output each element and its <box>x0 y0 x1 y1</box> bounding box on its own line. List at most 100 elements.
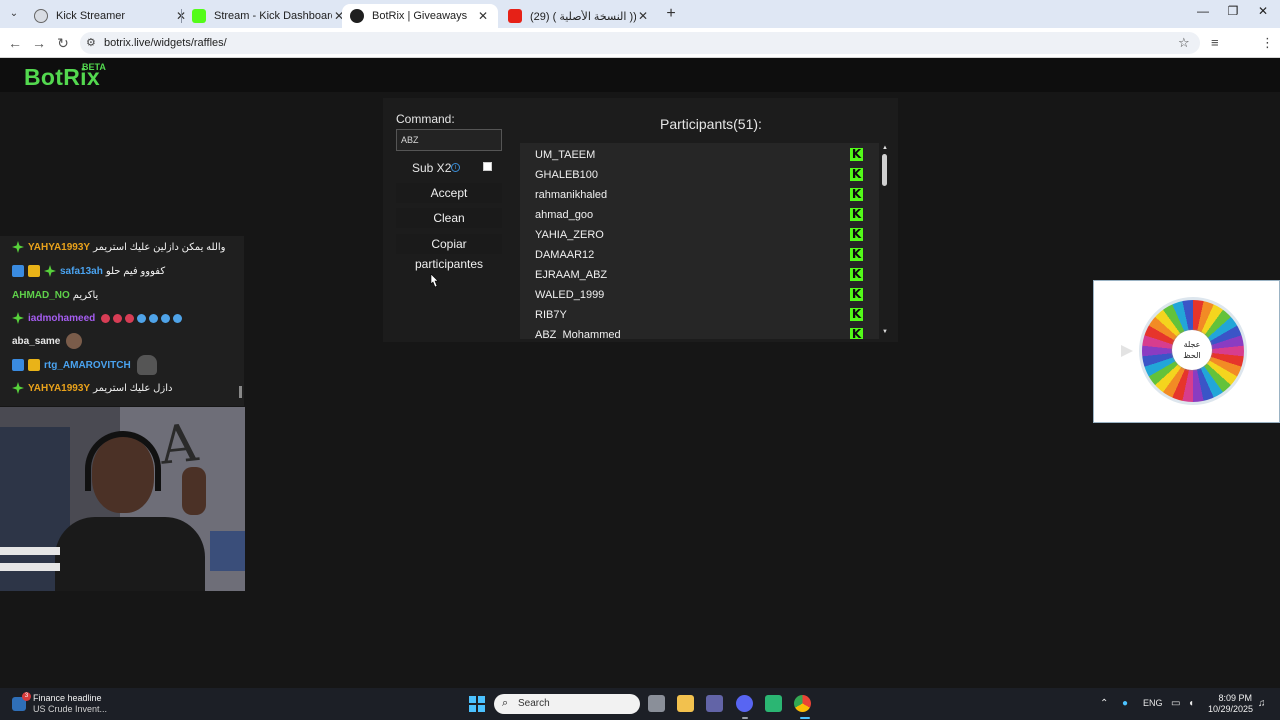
kick-logo-icon: K <box>850 267 863 281</box>
chat-message: YAHYA1993Y دازل عليك استريمر <box>12 379 172 397</box>
command-input[interactable]: ABZ <box>396 129 502 151</box>
copy-participants-button[interactable]: Copiar participantes <box>396 234 502 271</box>
list-item[interactable]: GHALEB100 K <box>520 165 865 185</box>
scroll-up-arrow-icon[interactable]: ▲ <box>882 145 888 151</box>
kick-logo-icon: K <box>850 327 863 339</box>
search-icon: ⌕ <box>502 697 509 709</box>
chrome-icon[interactable] <box>794 695 811 712</box>
participant-name: ahmad_goo <box>535 209 594 221</box>
sub-x2-checkbox[interactable] <box>483 162 492 171</box>
chat-overlay: YAHYA1993Y والله يمكن دازلين عليك استريم… <box>0 236 244 406</box>
list-item[interactable]: YAHIA_ZERO K <box>520 225 865 245</box>
tab-botrix-giveaways[interactable]: BotRix | Giveaways ✕ <box>342 4 498 28</box>
new-tab-plus-icon[interactable]: + <box>662 5 680 23</box>
url-text[interactable]: botrix.live/widgets/raffles/ <box>104 37 227 49</box>
wheel-hub[interactable]: عجلة الحظ <box>1172 330 1212 370</box>
close-window-icon[interactable]: ✕ <box>1248 4 1278 18</box>
scroll-down-arrow-icon[interactable]: ▼ <box>882 329 888 335</box>
participant-name: ABZ_Mohammed <box>535 329 621 339</box>
system-clock[interactable]: 8:09 PM 10/29/2025 <box>1208 693 1253 715</box>
reload-icon[interactable]: ↻ <box>54 34 72 52</box>
streamer-body <box>55 517 205 591</box>
network-icon[interactable]: ▭ <box>1171 698 1180 709</box>
chat-username: aba_same <box>12 335 61 347</box>
sub-badge-icon <box>44 265 56 277</box>
list-item[interactable]: ABZ_Mohammed K <box>520 325 865 339</box>
bookmark-star-icon[interactable]: ☆ <box>1178 35 1190 51</box>
list-item[interactable]: RIB7Y K <box>520 305 865 325</box>
chat-username: rtg_AMAROVITCH <box>44 359 131 371</box>
chat-username: AHMAD_NO <box>12 289 70 301</box>
news-subline[interactable]: US Crude Invent... <box>33 704 107 714</box>
menu-kebab-icon[interactable]: ⋮ <box>1261 35 1274 51</box>
chat-username: safa13ah <box>60 265 103 277</box>
monitor <box>210 531 245 571</box>
tab-kick-dashboard[interactable]: Stream - Kick Dashboard ✕ <box>184 4 354 28</box>
crown-badge-icon <box>28 359 40 371</box>
accept-button[interactable]: Accept <box>396 183 502 203</box>
chat-message: rtg_AMAROVITCH <box>12 355 157 375</box>
close-tab-icon[interactable]: ✕ <box>476 9 490 23</box>
list-item[interactable]: UM_TAEEM K <box>520 145 865 165</box>
back-arrow-icon[interactable]: ← <box>6 34 24 52</box>
chat-text: ياكريم <box>72 289 99 301</box>
participant-name: EJRAAM_ABZ <box>535 269 608 281</box>
site-info-icon[interactable]: ⚙ <box>86 36 96 49</box>
participant-name: RIB7Y <box>535 309 567 321</box>
taskbar-search-placeholder[interactable]: Search <box>518 698 550 709</box>
file-explorer-icon[interactable] <box>677 695 694 712</box>
list-item[interactable]: DAMAAR12 K <box>520 245 865 265</box>
tray-overflow-chevron-icon[interactable]: ⌃ <box>1100 698 1108 709</box>
tab-kick-streamer[interactable]: Kick Streamer ✕ <box>26 4 196 28</box>
language-indicator[interactable]: ENG <box>1143 698 1163 708</box>
news-headline[interactable]: Finance headline <box>33 693 102 703</box>
notification-bell-icon[interactable]: ♫ <box>1258 698 1266 709</box>
hoodie-stripe <box>0 563 60 571</box>
list-item[interactable]: ahmad_goo K <box>520 205 865 225</box>
hoodie-stripe <box>0 547 60 555</box>
app-running-indicator <box>742 717 748 719</box>
tab-title: BotRix | Giveaways <box>372 10 468 22</box>
participant-name: YAHIA_ZERO <box>535 229 604 241</box>
media-controls-icon[interactable]: ≡ <box>1211 35 1219 50</box>
discord-icon[interactable] <box>736 695 753 712</box>
chat-username: iadmohameed <box>28 312 96 324</box>
chat-username: YAHYA1993Y <box>28 241 91 253</box>
botrix-favicon-icon <box>350 9 364 23</box>
list-item[interactable]: EJRAAM_ABZ K <box>520 265 865 285</box>
task-view-icon[interactable] <box>648 695 665 712</box>
tab-search-chevron-icon[interactable]: ⌄ <box>6 6 22 22</box>
tab-title: Kick Streamer <box>56 10 126 22</box>
clean-button[interactable]: Clean <box>396 208 502 228</box>
address-bar: ← → ↻ ⚙ botrix.live/widgets/raffles/ ☆ ≡… <box>0 28 1280 78</box>
site-header: BotRix BETA <box>0 58 1280 92</box>
url-field[interactable] <box>80 32 1200 54</box>
chat-message: safa13ah كفووو فيم حلو <box>12 262 165 280</box>
participant-name: DAMAAR12 <box>535 249 595 261</box>
close-tab-icon[interactable]: ✕ <box>636 9 650 23</box>
minimize-icon[interactable]: — <box>1188 4 1218 18</box>
blue-heart-emote-icon <box>137 313 147 323</box>
list-item[interactable]: rahmanikhaled K <box>520 185 865 205</box>
tab-divider <box>181 9 182 23</box>
participants-scroll-thumb[interactable] <box>882 154 887 186</box>
info-icon[interactable]: i <box>451 163 460 172</box>
windows-start-icon[interactable] <box>469 696 485 712</box>
forward-arrow-icon[interactable]: → <box>30 34 48 52</box>
kick-logo-icon: K <box>850 227 863 241</box>
mouse-pointer-icon <box>430 274 439 288</box>
tab-youtube[interactable]: (29) كنت ميتا (( النسخة الأصلية ) ✕ <box>500 4 658 28</box>
teams-icon[interactable] <box>706 695 723 712</box>
volume-icon[interactable]: ◖ <box>1188 698 1194 709</box>
kick-logo-icon: K <box>850 287 863 301</box>
list-item[interactable]: WALED_1999 K <box>520 285 865 305</box>
restore-icon[interactable]: ❐ <box>1218 4 1248 18</box>
kick-favicon-icon <box>192 9 206 23</box>
chat-text: دازل عليك استريمر <box>93 382 173 394</box>
sub-x2-label: Sub X2 <box>412 161 452 175</box>
kick-app-icon[interactable] <box>765 695 782 712</box>
tab-title: (29) كنت ميتا (( النسخة الأصلية ) <box>530 10 636 23</box>
taskbar-search-box[interactable] <box>494 694 640 714</box>
microphone-icon[interactable]: ● <box>1122 698 1128 709</box>
app-active-indicator <box>800 717 810 719</box>
